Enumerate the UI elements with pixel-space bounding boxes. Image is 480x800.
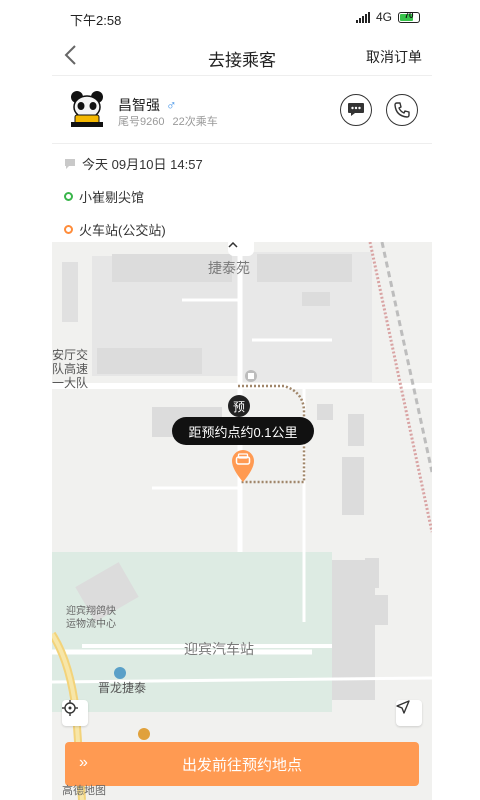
navigation-arrow-icon: [396, 700, 410, 714]
passenger-name: 昌智强: [118, 97, 160, 113]
ride-count: 22次乘车: [172, 116, 218, 128]
chevron-up-icon: [228, 242, 238, 248]
depart-button[interactable]: » 出发前往预约地点: [65, 742, 419, 786]
message-square-icon: [65, 158, 75, 169]
double-chevron-right-icon: »: [79, 754, 88, 771]
message-button[interactable]: [340, 94, 372, 126]
map-label-jietaiyuan: 捷泰苑: [208, 260, 250, 276]
map-label-logistics-2: 运物流中心: [66, 619, 116, 630]
map-label-police-3: 一大队: [52, 376, 89, 390]
end-location-row: 火车站(公交站): [64, 220, 166, 239]
passenger-name-row: 昌智强 ♂: [118, 95, 177, 115]
call-button[interactable]: [386, 94, 418, 126]
navigation-button[interactable]: [396, 700, 422, 726]
order-info: 今天 09月10日 14:57 小崔剔尖馆 火车站(公交站): [52, 144, 432, 242]
panda-avatar-icon: [67, 89, 107, 129]
distance-tooltip: 距预约点约0.1公里: [172, 417, 314, 445]
start-location: 小崔剔尖馆: [79, 190, 145, 205]
tail-number: 尾号9260: [118, 116, 165, 128]
network-label: 4G: [375, 10, 392, 24]
order-time: 今天 09月10日 14:57: [82, 157, 203, 172]
map-view[interactable]: 捷泰苑 安厅交 队高速 一大队 迎宾翔鸽快 运物流中心 迎宾汽车站 晋龙捷泰 预…: [52, 242, 432, 800]
status-indicators: 4G 70: [355, 10, 420, 24]
order-time-row: 今天 09月10日 14:57: [64, 154, 203, 173]
battery-icon: 70: [398, 10, 420, 23]
app-screen: 下午2:58 4G 70 去接乘客 取消订单 昌智强 ♂ 尾号9260 22次乘…: [0, 0, 480, 800]
crosshair-icon: [62, 700, 78, 716]
chat-bubble-icon: [348, 103, 364, 116]
map-logo: 高德地图: [62, 785, 106, 797]
passenger-meta: 尾号9260 22次乘车: [118, 113, 218, 129]
car-location-icon: [232, 450, 254, 482]
map-tiles: [52, 242, 432, 800]
cancel-order-button[interactable]: 取消订单: [366, 47, 422, 67]
start-location-row: 小崔剔尖馆: [64, 187, 144, 206]
navigation-header: 去接乘客 取消订单: [52, 34, 432, 76]
pre-booking-badge: 预: [228, 395, 250, 417]
collapse-tab[interactable]: [228, 242, 254, 256]
map-label-jinlong: 晋龙捷泰: [98, 681, 147, 695]
car-marker: [229, 447, 257, 483]
avatar: [66, 88, 108, 130]
locate-button[interactable]: [62, 700, 88, 726]
passenger-card: 昌智强 ♂ 尾号9260 22次乘车: [52, 76, 432, 144]
status-time: 下午2:58: [70, 13, 122, 28]
status-bar: 下午2:58 4G 70: [52, 0, 432, 34]
battery-level: 70: [404, 10, 414, 20]
end-location: 火车站(公交站): [79, 223, 166, 238]
start-dot-icon: [64, 192, 73, 201]
end-dot-icon: [64, 225, 73, 234]
phone-icon: [394, 102, 410, 118]
depart-button-label: 出发前往预约地点: [181, 756, 302, 774]
signal-icon: [355, 11, 370, 23]
map-label-bus-station: 迎宾汽车站: [184, 641, 254, 657]
male-icon: ♂: [166, 97, 177, 113]
